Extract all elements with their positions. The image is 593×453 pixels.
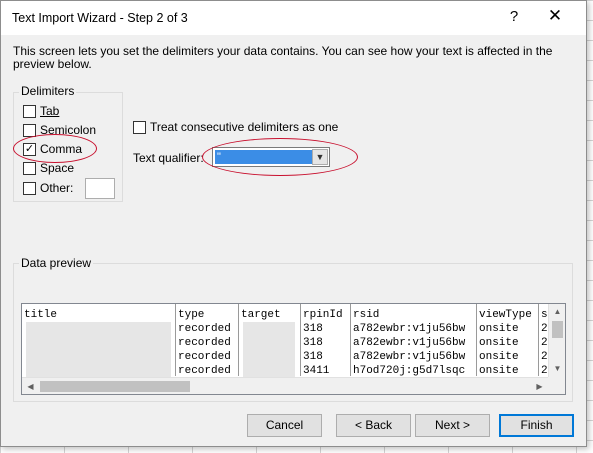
scroll-left-icon[interactable]: ◀ [22, 378, 39, 394]
tab-checkbox-row[interactable]: Tab [23, 103, 59, 119]
consecutive-checkbox[interactable] [133, 120, 146, 134]
cell-target [239, 336, 241, 350]
chevron-down-icon[interactable]: ▼ [312, 149, 328, 165]
scroll-right-icon[interactable]: ▶ [531, 378, 548, 394]
cell-rsid: a782ewbr:v1ju56bw [353, 337, 466, 349]
col-rsid-header: rsid [353, 309, 380, 321]
cell-title [22, 350, 24, 364]
cell-target [239, 364, 241, 378]
cell-viewtype: onsite [479, 323, 519, 335]
cell-viewtype: onsite [479, 337, 519, 349]
column-divider[interactable] [538, 304, 539, 376]
text-import-wizard-dialog: Text Import Wizard - Step 2 of 3 ? ✕ Thi… [0, 0, 587, 447]
comma-checkbox-row[interactable]: ✓ Comma [23, 141, 82, 157]
preview-header-row: title type target rpinId rsid viewType s [22, 308, 562, 322]
text-qualifier-value: " [215, 150, 312, 164]
cell-rsid: a782ewbr:v1ju56bw [353, 323, 466, 335]
vertical-scroll-thumb[interactable] [552, 321, 563, 338]
data-preview-legend: Data preview [19, 256, 94, 270]
table-row: recorded 318 a782ewbr:v1ju56bw onsite 2 [22, 350, 562, 364]
cell-viewtype: onsite [479, 365, 519, 377]
cell-type: recorded [178, 323, 231, 335]
cancel-button[interactable]: Cancel [247, 414, 322, 437]
data-preview-grid[interactable]: title type target rpinId rsid viewType s… [21, 303, 566, 395]
cell-title [22, 364, 24, 378]
space-checkbox-row[interactable]: Space [23, 160, 74, 176]
semicolon-checkbox[interactable] [23, 123, 36, 137]
cell-title [22, 336, 24, 350]
close-icon[interactable]: ✕ [546, 6, 564, 26]
preview-vertical-scrollbar[interactable]: ▲ ▼ [548, 304, 565, 377]
delimiters-legend: Delimiters [19, 84, 77, 98]
cell-rpinid: 3411 [303, 365, 330, 377]
cell-s: 2 [541, 337, 548, 349]
cell-s: 2 [541, 323, 548, 335]
table-row: recorded 318 a782ewbr:v1ju56bw onsite 2 [22, 322, 562, 336]
cell-rpinid: 318 [303, 351, 323, 363]
col-type-header: type [178, 309, 205, 321]
cell-rsid: a782ewbr:v1ju56bw [353, 351, 466, 363]
comma-label: Comma [40, 142, 83, 156]
cell-title [22, 322, 24, 336]
cell-type: recorded [178, 365, 231, 377]
space-label: Space [40, 161, 75, 175]
cell-rpinid: 318 [303, 337, 323, 349]
cell-target [239, 350, 241, 364]
next-button[interactable]: Next > [415, 414, 490, 437]
column-divider[interactable] [300, 304, 301, 376]
help-icon[interactable]: ? [507, 8, 521, 25]
cell-viewtype: onsite [479, 351, 519, 363]
scrollbar-corner [548, 377, 565, 394]
step-description: This screen lets you set the delimiters … [13, 44, 553, 71]
other-checkbox-row[interactable]: Other: [23, 180, 73, 196]
cell-type: recorded [178, 337, 231, 349]
column-divider[interactable] [350, 304, 351, 376]
consecutive-label: Treat consecutive delimiters as one [150, 120, 339, 134]
col-target-header: target [241, 309, 281, 321]
preview-horizontal-scrollbar[interactable]: ◀ ▶ [22, 377, 548, 394]
checkmark-icon: ✓ [24, 142, 35, 155]
scroll-up-icon[interactable]: ▲ [549, 304, 565, 320]
other-checkbox[interactable] [23, 181, 36, 195]
cell-s: 2 [541, 365, 548, 377]
other-delimiter-input[interactable] [85, 178, 115, 199]
consecutive-checkbox-row[interactable]: Treat consecutive delimiters as one [133, 119, 338, 135]
table-row: recorded 3411 h7od720j:g5d7lsqc onsite 2 [22, 364, 562, 378]
comma-checkbox[interactable]: ✓ [23, 142, 36, 156]
col-viewtype-header: viewType [479, 309, 532, 321]
scroll-down-icon[interactable]: ▼ [549, 361, 565, 377]
semicolon-label: Semicolon [40, 123, 97, 137]
cell-s: 2 [541, 351, 548, 363]
column-divider[interactable] [175, 304, 176, 376]
table-row: recorded 318 a782ewbr:v1ju56bw onsite 2 [22, 336, 562, 350]
cell-target [239, 322, 241, 336]
column-divider[interactable] [238, 304, 239, 376]
col-s-header: s [541, 309, 548, 321]
cell-rsid: h7od720j:g5d7lsqc [353, 365, 466, 377]
cell-rpinid: 318 [303, 323, 323, 335]
space-checkbox[interactable] [23, 161, 36, 175]
semicolon-checkbox-row[interactable]: Semicolon [23, 122, 96, 138]
cell-type: recorded [178, 351, 231, 363]
text-qualifier-select[interactable]: " ▼ [212, 147, 330, 167]
dialog-title: Text Import Wizard - Step 2 of 3 [12, 11, 188, 25]
col-title-header: title [24, 309, 58, 321]
back-button[interactable]: < Back [336, 414, 411, 437]
tab-checkbox[interactable] [23, 104, 36, 118]
tab-label: Tab [40, 104, 60, 118]
text-qualifier-label: Text qualifier: [133, 151, 204, 165]
title-bar[interactable]: Text Import Wizard - Step 2 of 3 ? ✕ [1, 1, 586, 35]
column-divider[interactable] [476, 304, 477, 376]
other-label: Other: [40, 181, 74, 195]
col-rpinid-header: rpinId [303, 309, 343, 321]
horizontal-scroll-thumb[interactable] [40, 381, 190, 392]
finish-button[interactable]: Finish [499, 414, 574, 437]
